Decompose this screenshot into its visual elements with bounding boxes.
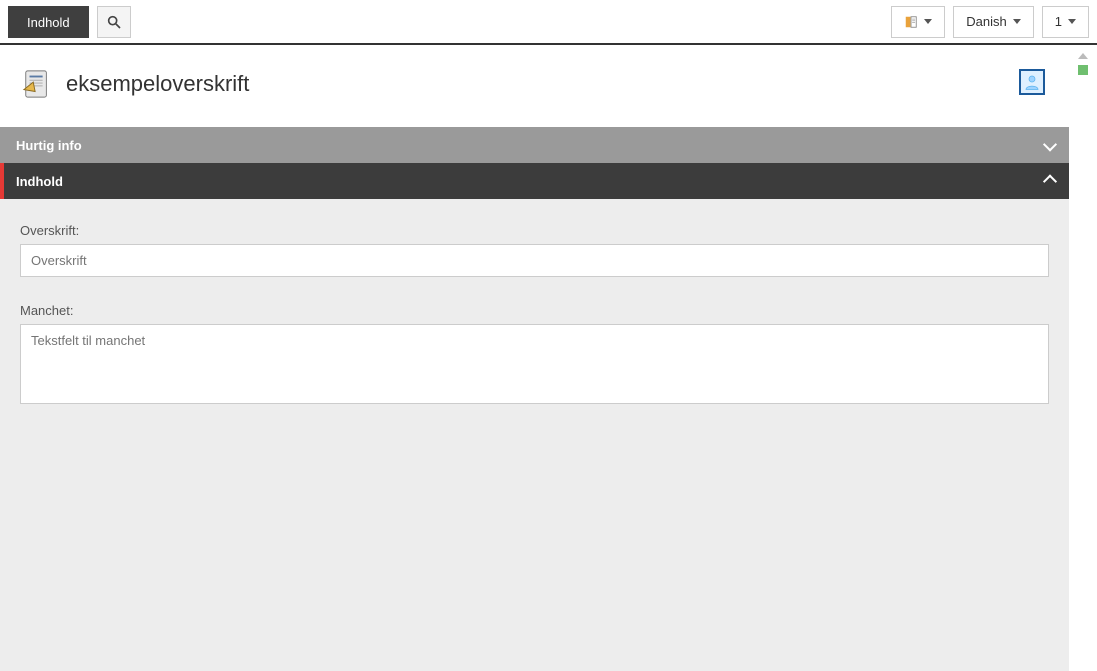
search-icon bbox=[106, 14, 122, 30]
page-title: eksempeloverskrift bbox=[66, 71, 249, 97]
document-icon bbox=[22, 69, 52, 99]
version-label: 1 bbox=[1055, 14, 1062, 29]
accordion-indhold-label: Indhold bbox=[16, 174, 63, 189]
accordion-quick-info[interactable]: Hurtig info bbox=[0, 127, 1069, 163]
version-dropdown[interactable]: 1 bbox=[1042, 6, 1089, 38]
accordion-indhold[interactable]: Indhold bbox=[0, 163, 1069, 199]
chevron-down-icon bbox=[1045, 138, 1055, 153]
status-indicator bbox=[1078, 65, 1088, 75]
user-lock-button[interactable] bbox=[1019, 69, 1045, 95]
scroll-up-icon[interactable] bbox=[1078, 53, 1088, 59]
caret-down-icon bbox=[924, 19, 932, 24]
caret-down-icon bbox=[1013, 19, 1021, 24]
right-gutter bbox=[1069, 45, 1097, 671]
form-area: Overskrift: Manchet: bbox=[0, 199, 1069, 457]
caret-down-icon bbox=[1068, 19, 1076, 24]
view-mode-button[interactable] bbox=[891, 6, 945, 38]
manchet-label: Manchet: bbox=[20, 303, 1049, 318]
tab-indhold-label: Indhold bbox=[27, 15, 70, 30]
field-overskrift: Overskrift: bbox=[20, 223, 1049, 277]
language-dropdown[interactable]: Danish bbox=[953, 6, 1033, 38]
overskrift-input[interactable] bbox=[20, 244, 1049, 277]
search-button[interactable] bbox=[97, 6, 131, 38]
accordion-quick-info-label: Hurtig info bbox=[16, 138, 82, 153]
chevron-up-icon bbox=[1045, 173, 1055, 190]
tab-indhold[interactable]: Indhold bbox=[8, 6, 89, 38]
content-pane: eksempeloverskrift Hurtig info Indhold bbox=[0, 45, 1069, 671]
user-icon bbox=[1023, 73, 1041, 91]
canvas: eksempeloverskrift Hurtig info Indhold bbox=[0, 45, 1097, 671]
document-icon bbox=[904, 15, 918, 29]
page-header: eksempeloverskrift bbox=[0, 45, 1069, 127]
field-manchet: Manchet: bbox=[20, 303, 1049, 407]
manchet-textarea[interactable] bbox=[20, 324, 1049, 404]
overskrift-label: Overskrift: bbox=[20, 223, 1049, 238]
language-label: Danish bbox=[966, 14, 1006, 29]
topbar: Indhold Danish 1 bbox=[0, 0, 1097, 45]
